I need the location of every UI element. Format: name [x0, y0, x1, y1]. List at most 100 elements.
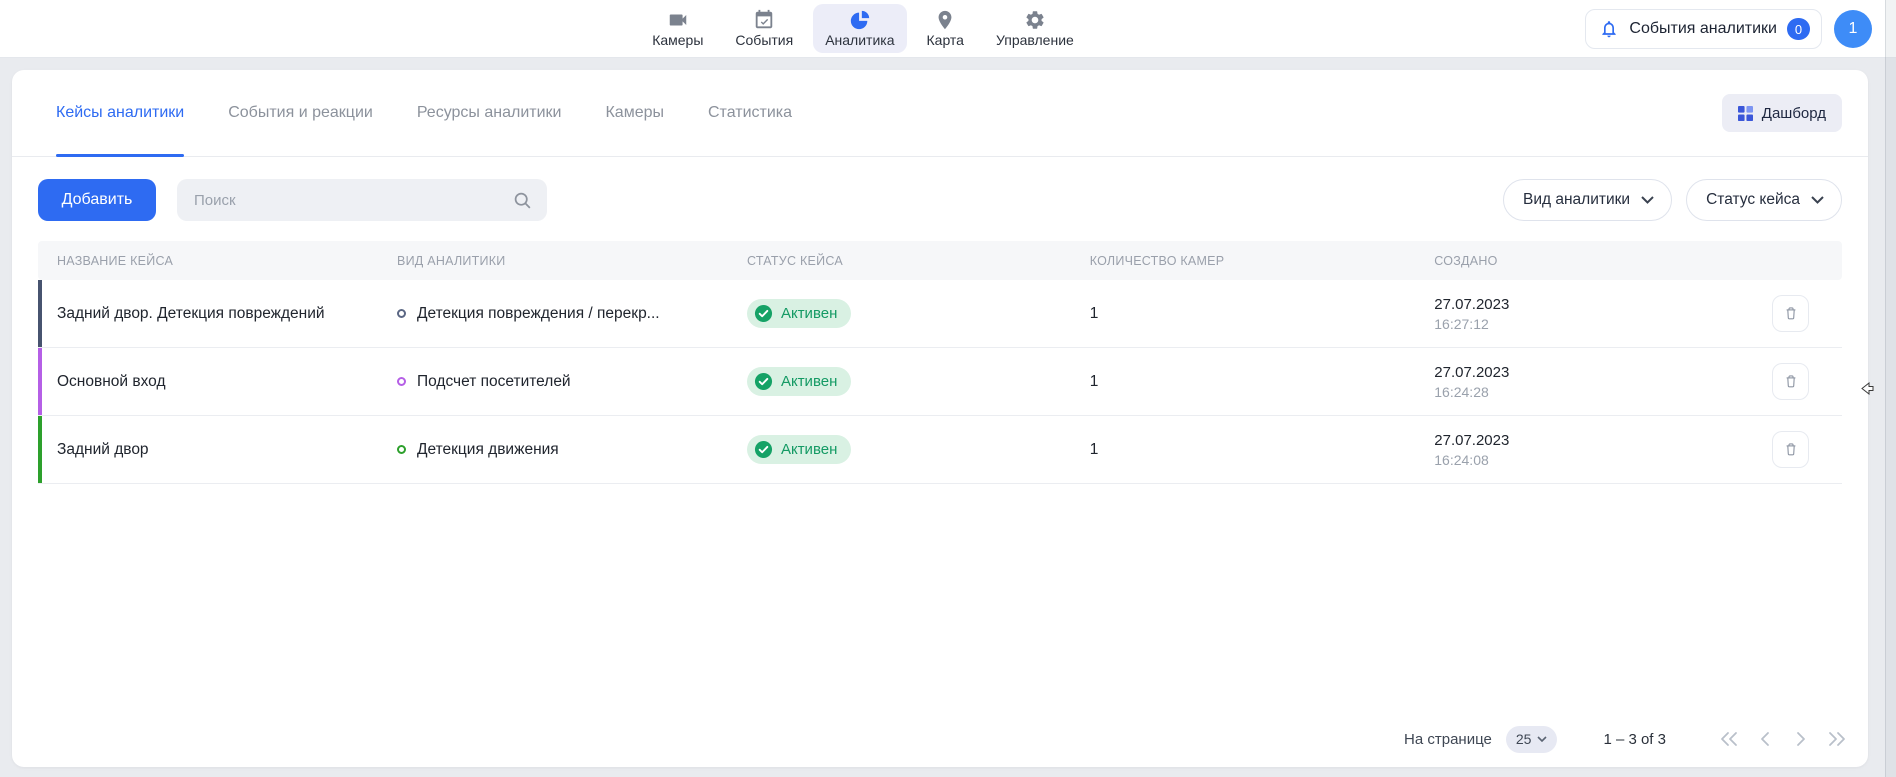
actions-cell — [1772, 363, 1842, 400]
add-button[interactable]: Добавить — [38, 179, 156, 221]
nav-item-cameras[interactable]: Камеры — [640, 4, 715, 53]
row-accent-bar — [38, 280, 42, 347]
trash-icon — [1783, 305, 1799, 322]
pager — [1716, 726, 1850, 752]
pagination-bar: На странице 25 1 – 3 of 3 — [12, 711, 1868, 767]
analytics-type-icon — [397, 377, 406, 386]
created-cell: 27.07.2023 16:24:28 — [1434, 364, 1772, 400]
main-panel: Кейсы аналитики События и реакции Ресурс… — [12, 70, 1868, 767]
check-circle-icon — [754, 372, 773, 391]
filter-analytics-type[interactable]: Вид аналитики — [1503, 179, 1672, 221]
search-input[interactable] — [194, 192, 513, 209]
last-page-button[interactable] — [1824, 726, 1850, 752]
analytics-type-cell: Детекция повреждения / перекр... — [397, 305, 747, 323]
created-cell: 27.07.2023 16:24:08 — [1434, 432, 1772, 468]
col-header-case-status: СТАТУС КЕЙСА — [747, 254, 1090, 268]
table-body: Задний двор. Детекция повреждений Детекц… — [38, 280, 1842, 484]
camera-count: 1 — [1090, 373, 1435, 391]
next-page-button[interactable] — [1788, 726, 1814, 752]
nav-label: Аналитика — [825, 32, 894, 48]
tabs: Кейсы аналитики События и реакции Ресурс… — [56, 70, 792, 156]
check-circle-icon — [754, 304, 773, 323]
gear-icon — [1024, 8, 1046, 31]
filter-label: Статус кейса — [1706, 191, 1800, 209]
nav-label: Камеры — [652, 32, 703, 48]
case-name: Задний двор. Детекция повреждений — [38, 305, 397, 323]
nav-label: Карта — [927, 32, 964, 48]
status-badge: Активен — [747, 435, 851, 464]
chevron-right-icon — [1791, 731, 1811, 747]
table-row[interactable]: Задний двор Детекция движения Активен 1 … — [38, 416, 1842, 484]
nav-item-events[interactable]: События — [723, 4, 805, 53]
toolbar: Добавить Вид аналитики Статус кейса — [12, 157, 1868, 221]
col-header-camera-count: КОЛИЧЕСТВО КАМЕР — [1090, 254, 1435, 268]
created-date: 27.07.2023 — [1434, 432, 1772, 449]
status-cell: Активен — [747, 299, 1090, 328]
scrollbar[interactable] — [1885, 0, 1896, 777]
table-header: НАЗВАНИЕ КЕЙСА ВИД АНАЛИТИКИ СТАТУС КЕЙС… — [38, 241, 1842, 280]
double-chevron-right-icon — [1827, 731, 1847, 747]
nav-item-management[interactable]: Управление — [984, 4, 1086, 53]
status-label: Активен — [781, 441, 837, 458]
pagination-range: 1 – 3 of 3 — [1603, 731, 1666, 748]
col-header-analytics-type: ВИД АНАЛИТИКИ — [397, 254, 747, 268]
table-row[interactable]: Задний двор. Детекция повреждений Детекц… — [38, 280, 1842, 348]
cases-table: НАЗВАНИЕ КЕЙСА ВИД АНАЛИТИКИ СТАТУС КЕЙС… — [38, 241, 1842, 484]
tab-statistics[interactable]: Статистика — [708, 70, 792, 156]
col-header-created: СОЗДАНО — [1434, 254, 1772, 268]
case-name: Основной вход — [38, 373, 397, 391]
tab-events-reactions[interactable]: События и реакции — [228, 70, 373, 156]
status-badge: Активен — [747, 367, 851, 396]
chevron-down-icon — [1641, 196, 1654, 204]
delete-case-button[interactable] — [1772, 295, 1809, 332]
check-circle-icon — [754, 440, 773, 459]
actions-cell — [1772, 431, 1842, 468]
first-page-button[interactable] — [1716, 726, 1742, 752]
created-date: 27.07.2023 — [1434, 296, 1772, 313]
search-icon — [513, 191, 532, 210]
filter-case-status[interactable]: Статус кейса — [1686, 179, 1842, 221]
nav-label: События — [735, 32, 793, 48]
created-date: 27.07.2023 — [1434, 364, 1772, 381]
delete-case-button[interactable] — [1772, 431, 1809, 468]
prev-page-button[interactable] — [1752, 726, 1778, 752]
per-page-select[interactable]: 25 — [1506, 726, 1558, 753]
topbar: Камеры События Аналитика Карта Управлени… — [0, 0, 1896, 58]
chevron-down-icon — [1537, 736, 1547, 742]
nav-item-map[interactable]: Карта — [915, 4, 976, 53]
analytics-type-label: Подсчет посетителей — [417, 373, 571, 391]
events-button-label: События аналитики — [1629, 20, 1777, 38]
nav-item-analytics[interactable]: Аналитика — [813, 4, 906, 53]
bell-icon — [1599, 19, 1619, 39]
delete-case-button[interactable] — [1772, 363, 1809, 400]
status-label: Активен — [781, 373, 837, 390]
tab-analytics-resources[interactable]: Ресурсы аналитики — [417, 70, 562, 156]
camera-count: 1 — [1090, 305, 1435, 323]
created-cell: 27.07.2023 16:27:12 — [1434, 296, 1772, 332]
tab-analytics-cases[interactable]: Кейсы аналитики — [56, 70, 184, 156]
row-accent-bar — [38, 348, 42, 415]
double-chevron-left-icon — [1719, 731, 1739, 747]
status-label: Активен — [781, 305, 837, 322]
actions-cell — [1772, 295, 1842, 332]
status-cell: Активен — [747, 435, 1090, 464]
chevron-down-icon — [1811, 196, 1824, 204]
search-box — [177, 179, 547, 221]
table-row[interactable]: Основной вход Подсчет посетителей Активе… — [38, 348, 1842, 416]
tab-cameras[interactable]: Камеры — [605, 70, 664, 156]
nav-label: Управление — [996, 32, 1074, 48]
avatar[interactable]: 1 — [1834, 10, 1872, 48]
status-badge: Активен — [747, 299, 851, 328]
dashboard-button[interactable]: Дашборд — [1722, 94, 1842, 132]
status-cell: Активен — [747, 367, 1090, 396]
analytics-events-button[interactable]: События аналитики 0 — [1585, 9, 1822, 49]
per-page-label: На странице — [1404, 731, 1492, 748]
analytics-type-label: Детекция движения — [417, 441, 559, 459]
row-accent-bar — [38, 416, 42, 483]
map-pin-icon — [934, 8, 956, 31]
created-time: 16:24:08 — [1434, 452, 1772, 468]
analytics-type-icon — [397, 445, 406, 454]
camera-count: 1 — [1090, 441, 1435, 459]
analytics-type-icon — [397, 309, 406, 318]
pie-chart-icon — [849, 8, 871, 31]
